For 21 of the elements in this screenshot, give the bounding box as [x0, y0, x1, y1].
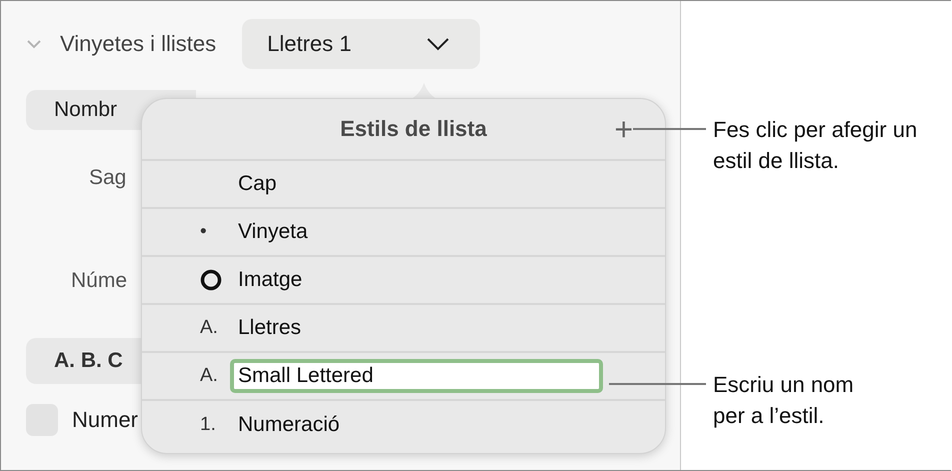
list-marker: A.	[200, 317, 218, 339]
name-field[interactable]: Small Lettered	[230, 359, 603, 393]
ring-icon	[200, 269, 222, 291]
callout-text: Fes clic per afegir un estil de llista.	[713, 116, 918, 175]
list-style-item[interactable]: Cap	[238, 172, 277, 196]
section-title: Vinyetes i llistes	[60, 31, 216, 57]
style-dropdown[interactable]: Lletres 1	[242, 19, 480, 69]
callout-text: Escriu un nom per a l’estil.	[713, 371, 855, 430]
list-style-item[interactable]: Vinyeta	[238, 220, 308, 244]
list-style-item[interactable]: Lletres	[238, 316, 302, 340]
popover-title: Estils de llista	[340, 116, 487, 142]
list-style-item[interactable]: Imatge	[238, 268, 302, 292]
chevron-down-icon	[426, 37, 450, 51]
list-marker: 1.	[200, 414, 216, 436]
list-marker: A.	[200, 365, 218, 387]
add-button[interactable]: +	[614, 115, 633, 143]
field-label: Núme	[71, 269, 128, 293]
field-label: Sag	[89, 166, 126, 190]
list-style-item[interactable]: Numeració	[238, 413, 340, 437]
list-marker: •	[200, 221, 207, 243]
checkbox-label: Numer	[72, 407, 138, 433]
